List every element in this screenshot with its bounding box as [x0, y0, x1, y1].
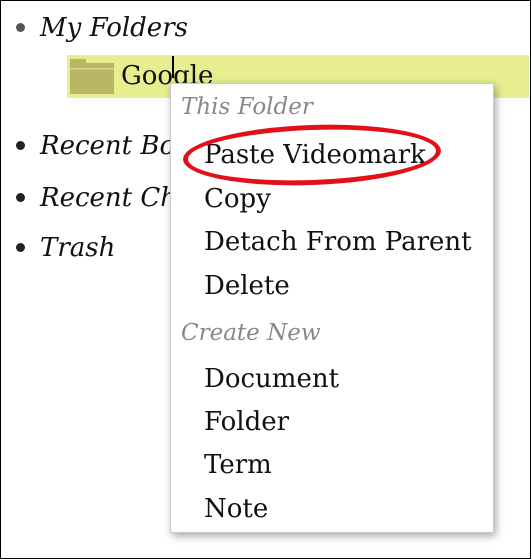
menu-item-note[interactable]: Note — [204, 494, 268, 524]
window-frame: My Folders Google Recent Bo Recent Ch Tr… — [0, 0, 531, 559]
tree-item-recent-bookmarks[interactable]: Recent Bo — [16, 131, 175, 161]
bullet-icon — [16, 242, 25, 252]
text-cursor — [172, 56, 174, 78]
tree-item-label: My Folders — [40, 13, 188, 43]
tree-item-recent-changes[interactable]: Recent Ch — [16, 183, 177, 213]
tree-item-label: Recent Ch — [40, 183, 178, 213]
tree-item-my-folders[interactable]: My Folders — [16, 13, 188, 43]
menu-section-header-this-folder: This Folder — [181, 94, 313, 120]
menu-item-copy[interactable]: Copy — [204, 184, 271, 214]
menu-item-folder[interactable]: Folder — [204, 407, 289, 437]
bullet-icon — [16, 140, 25, 150]
menu-section-header-create-new: Create New — [181, 320, 321, 346]
menu-item-term[interactable]: Term — [204, 450, 272, 480]
tree-item-label: Recent Bo — [40, 131, 176, 161]
menu-item-delete[interactable]: Delete — [204, 271, 290, 301]
bullet-icon — [16, 192, 25, 202]
tree-item-trash[interactable]: Trash — [16, 233, 115, 263]
menu-item-detach-from-parent[interactable]: Detach From Parent — [204, 227, 472, 257]
menu-item-document[interactable]: Document — [204, 364, 339, 394]
tree-item-label: Trash — [40, 233, 116, 263]
bullet-icon — [16, 22, 25, 32]
folder-icon — [70, 59, 114, 94]
